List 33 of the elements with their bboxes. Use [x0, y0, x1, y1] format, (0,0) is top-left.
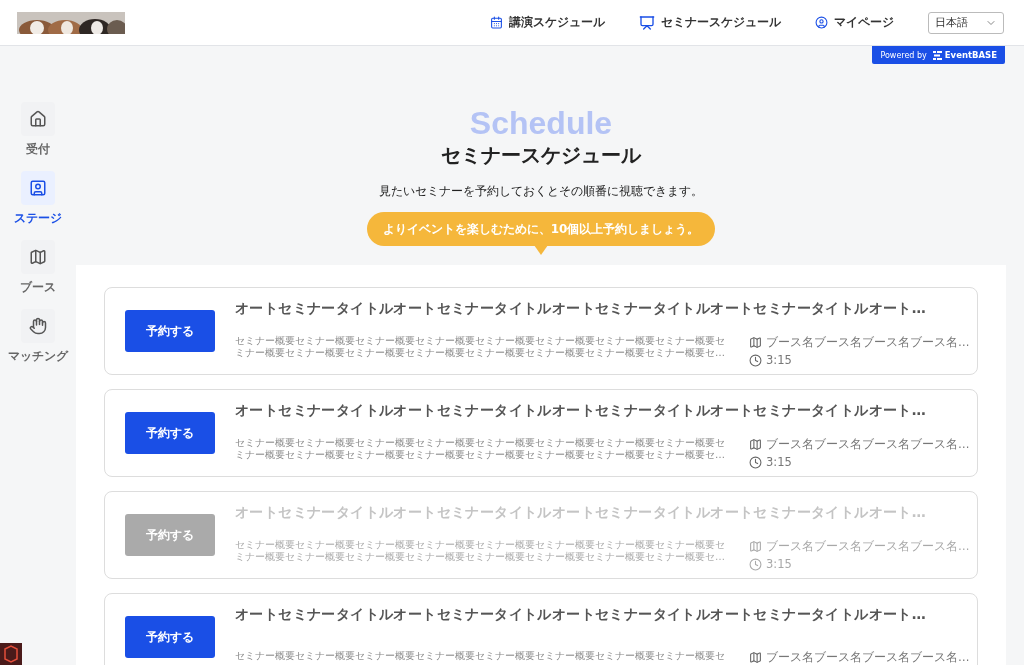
- seminar-description: セミナー概要セミナー概要セミナー概要セミナー概要セミナー概要セミナー概要セミナー概要セミナー概要セ: [235, 649, 726, 663]
- nav-link[interactable]: 講演スケジュール: [490, 15, 605, 30]
- reserve-button[interactable]: 予約する: [125, 616, 215, 658]
- brand-name: EventBASE: [944, 50, 997, 60]
- seminar-time: 3:15: [766, 455, 792, 469]
- callout-bubble: よりイベントを楽しむために、10個以上予約しましょう。: [367, 212, 715, 246]
- seminar-description: セミナー概要セミナー概要セミナー概要セミナー概要セミナー概要セミナー概要セミナー概要セミナー概要セ ミナー概要セミナー概要セミナー概要セミナー概要セミナー概要セミナー概要セミナー概要セミナー概要セ…: [235, 335, 726, 360]
- powered-by-text: Powered by: [880, 50, 927, 60]
- sidebar-label[interactable]: ステージ: [14, 211, 62, 226]
- booth-name: ブース名ブース名ブース名ブース名…: [766, 649, 970, 665]
- sidebar-label[interactable]: マッチング: [8, 349, 68, 364]
- seminar-title: オートセミナータイトルオートセミナータイトルオートセミナータイトルオートセミナータイトルオート…: [235, 504, 928, 522]
- seminar-time: 3:15: [766, 557, 792, 571]
- seminar-description: セミナー概要セミナー概要セミナー概要セミナー概要セミナー概要セミナー概要セミナー概要セミナー概要セ ミナー概要セミナー概要セミナー概要セミナー概要セミナー概要セミナー概要セミナー概要セミナー概要セ…: [235, 437, 726, 462]
- reserve-button[interactable]: 予約する: [125, 412, 215, 454]
- seminar-title: オートセミナータイトルオートセミナータイトルオートセミナータイトルオートセミナータイトルオート…: [235, 300, 928, 318]
- booth-name: ブース名ブース名ブース名ブース名…: [766, 335, 970, 350]
- powered-by-badge[interactable]: Powered by EventBASE: [872, 46, 1005, 64]
- seminar-title: オートセミナータイトルオートセミナータイトルオートセミナータイトルオートセミナータイトルオート…: [235, 606, 928, 624]
- nav-link[interactable]: マイページ: [815, 15, 894, 30]
- reserve-button[interactable]: 予約する: [125, 310, 215, 352]
- backdrop-title: Schedule: [469, 104, 613, 142]
- seminar-title: オートセミナータイトルオートセミナータイトルオートセミナータイトルオートセミナータイトルオート…: [235, 402, 928, 420]
- seminar-description: セミナー概要セミナー概要セミナー概要セミナー概要セミナー概要セミナー概要セミナー概要セミナー概要セ ミナー概要セミナー概要セミナー概要セミナー概要セミナー概要セミナー概要セミナー概要セミナー概要セ…: [235, 539, 726, 564]
- seminar-time: 3:15: [766, 353, 792, 367]
- sidebar-label[interactable]: ブース: [20, 280, 56, 295]
- nav-link[interactable]: セミナースケジュール: [639, 14, 781, 31]
- booth-name: ブース名ブース名ブース名ブース名…: [766, 437, 970, 452]
- sidebar-label[interactable]: 受付: [26, 142, 50, 157]
- page-title: セミナースケジュール: [441, 142, 641, 168]
- booth-name: ブース名ブース名ブース名ブース名…: [766, 539, 970, 554]
- page-subtitle: 見たいセミナーを予約しておくとその順番に視聴できます。: [379, 183, 703, 200]
- language-select[interactable]: 日本語: [928, 11, 1004, 34]
